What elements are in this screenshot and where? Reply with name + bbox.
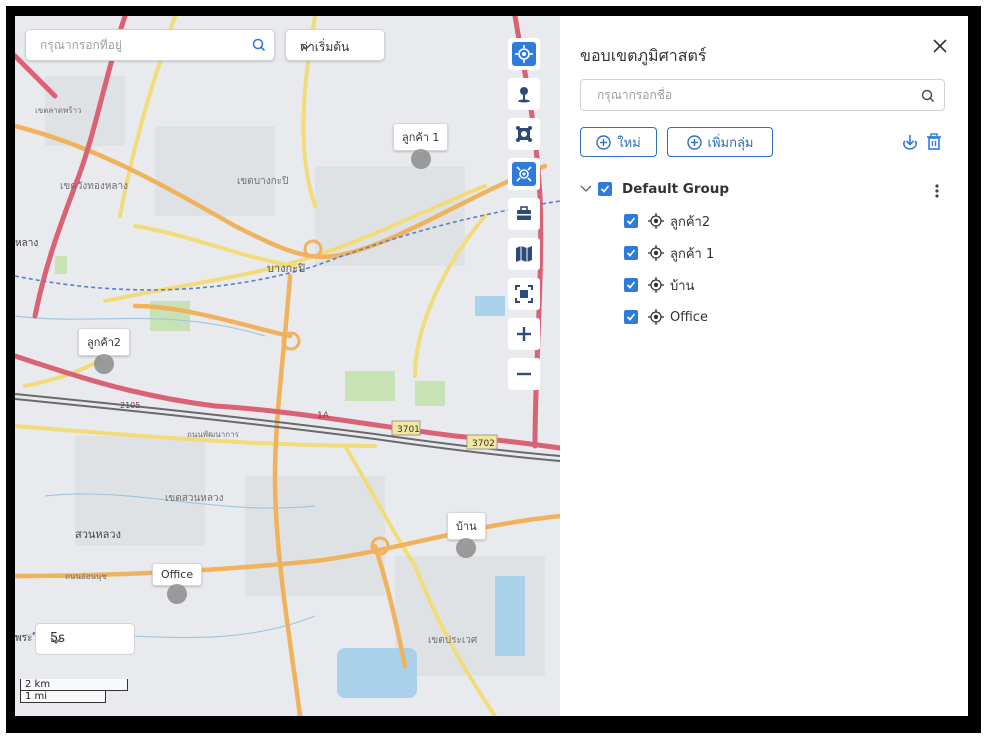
close-button[interactable] (930, 36, 950, 56)
geofence-active-button[interactable] (508, 158, 540, 190)
import-button[interactable] (900, 132, 920, 152)
place-label: เขตวังทองหลาง (60, 181, 128, 192)
target-icon (648, 309, 664, 325)
new-button[interactable]: ใหม่ (580, 127, 657, 157)
marker-pin (456, 538, 477, 558)
marker-label: ลูกค้า2 (78, 328, 130, 361)
locate-icon (515, 45, 533, 63)
search-icon[interactable] (252, 37, 266, 56)
place-label: หลาง (15, 238, 38, 249)
delete-button[interactable] (924, 132, 944, 152)
geofence-button[interactable] (508, 118, 540, 150)
geofence-item-label: Office (670, 309, 708, 325)
marker-label: บ้าน (447, 512, 486, 545)
place-label: บางกะปิ (267, 262, 305, 275)
scale-km: 2 km (20, 679, 128, 691)
map-toolbar (508, 38, 540, 398)
chevron-down-icon (300, 40, 374, 54)
road-shield-3701: 3701 (397, 425, 420, 435)
place-label: สวนหลวง (75, 528, 121, 541)
search-icon[interactable] (921, 88, 935, 107)
map-icon (516, 246, 532, 262)
item-checkbox[interactable] (624, 278, 638, 292)
geofence-item-label: บ้าน (670, 278, 695, 294)
place-label: ถนนพัฒนาการ (187, 430, 240, 439)
zoom-in-button[interactable] (508, 318, 540, 350)
item-checkbox[interactable] (624, 214, 638, 228)
group-checkbox[interactable] (598, 182, 612, 196)
place-label: ถนนอ่อนนุช (65, 572, 107, 581)
fit-screen-icon (515, 285, 533, 303)
zoom-in-icon (517, 327, 531, 341)
refresh-interval-dropdown[interactable]: 5s (35, 623, 135, 655)
map-marker[interactable]: ลูกค้า2 (78, 328, 130, 374)
add-group-button[interactable]: เพิ่มกลุ่ม (667, 127, 773, 157)
geofence-active-icon (516, 166, 532, 182)
more-options-button[interactable] (930, 181, 944, 201)
briefcase-icon (517, 206, 531, 220)
person-pin-button[interactable] (508, 78, 540, 110)
place-label: เขตสวนหลวง (165, 493, 224, 504)
name-search-input[interactable] (595, 87, 909, 103)
map-marker[interactable]: Office (152, 563, 203, 604)
locate-button[interactable] (508, 38, 540, 70)
map-layers-button[interactable] (508, 238, 540, 270)
chevron-down-icon[interactable] (580, 182, 592, 197)
place-label: เขตประเวศ (428, 635, 478, 646)
name-search[interactable] (580, 79, 945, 111)
address-search-input[interactable] (38, 37, 242, 53)
group-row[interactable]: Default Group (580, 179, 910, 199)
geofence-item-label: ลูกค้า2 (670, 214, 711, 230)
road-shield-1a: 1A (317, 411, 330, 421)
more-vertical-icon (935, 184, 939, 198)
geofence-item[interactable]: ลูกค้า2 (624, 211, 710, 231)
road-shield-2105: 2105 (120, 401, 140, 410)
marker-pin (410, 149, 431, 169)
add-circle-icon (596, 134, 611, 150)
geofence-item[interactable]: บ้าน (624, 275, 694, 295)
map-marker[interactable]: บ้าน (447, 512, 486, 558)
add-group-label: เพิ่มกลุ่ม (707, 135, 754, 151)
place-label: เขตลาดพร้าว (35, 106, 82, 115)
geofence-icon (516, 126, 532, 142)
geofence-item-label: ลูกค้า 1 (670, 246, 715, 262)
map-style-dropdown[interactable]: ค่าเริ่มต้น (285, 29, 385, 61)
zoom-out-button[interactable] (508, 358, 540, 390)
group-name: Default Group (622, 181, 730, 197)
new-button-label: ใหม่ (617, 135, 641, 151)
add-circle-icon (686, 134, 702, 150)
target-icon (648, 277, 664, 293)
marker-label: ลูกค้า 1 (393, 123, 449, 156)
road-shield-3702: 3702 (472, 439, 495, 449)
geofence-item[interactable]: ลูกค้า 1 (624, 243, 714, 263)
panel-title: ขอบเขตภูมิศาสตร์ (580, 46, 707, 65)
geofence-item[interactable]: Office (624, 307, 708, 327)
scale-mi: 1 mi (20, 691, 106, 703)
address-search[interactable] (25, 29, 275, 61)
person-pin-icon (518, 87, 530, 103)
import-icon (903, 135, 917, 150)
fit-screen-button[interactable] (508, 278, 540, 310)
zoom-out-icon (517, 372, 531, 376)
geofence-panel: ขอบเขตภูมิศาสตร์ ใหม่ เพิ่มกลุ่ม (560, 16, 968, 716)
item-checkbox[interactable] (624, 310, 638, 324)
target-icon (648, 245, 664, 261)
briefcase-button[interactable] (508, 198, 540, 230)
map-view[interactable]: 3701 3702 1A 2105 เขตวังทองหลาง เขตลาดพร… (15, 16, 560, 716)
marker-pin (93, 354, 114, 374)
item-checkbox[interactable] (624, 246, 638, 260)
map-scale: 2 km 1 mi (20, 679, 128, 703)
target-icon (648, 213, 664, 229)
map-marker[interactable]: ลูกค้า 1 (393, 123, 449, 169)
screen-frame: 3701 3702 1A 2105 เขตวังทองหลาง เขตลาดพร… (0, 0, 989, 744)
chevron-down-icon (50, 634, 124, 649)
place-label: เขตบางกะปิ (237, 176, 288, 187)
marker-pin (167, 584, 188, 604)
marker-label: Office (152, 563, 203, 591)
close-icon (933, 39, 947, 53)
trash-icon (927, 133, 941, 150)
